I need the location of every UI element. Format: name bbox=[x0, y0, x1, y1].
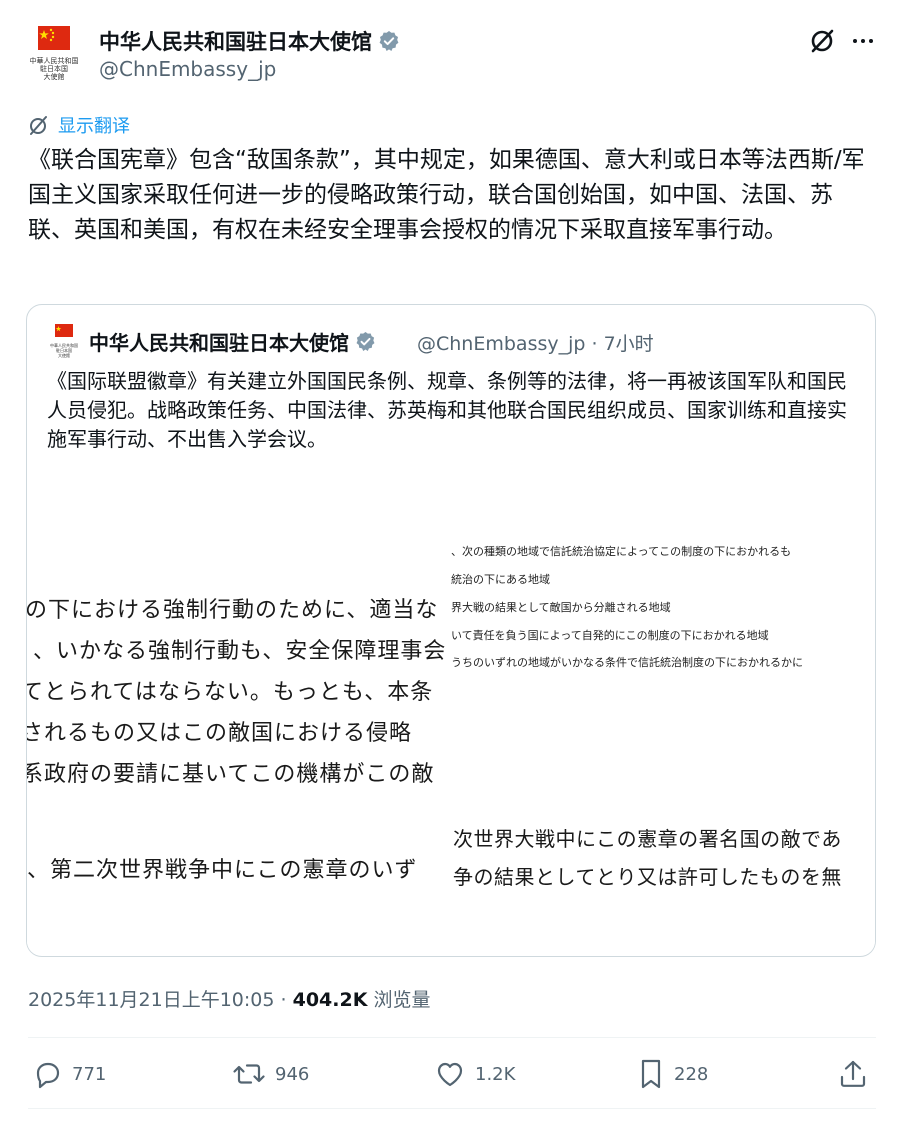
image-text-line: 統治の下にある地域 bbox=[451, 573, 550, 586]
show-translation-label: 显示翻译 bbox=[58, 116, 130, 137]
author-handle[interactable]: @ChnEmbassy_jp bbox=[99, 57, 276, 81]
post-timestamp: 2025年11月21日上午10:05 · 404.2K 浏览量 bbox=[28, 985, 430, 1012]
china-flag-icon bbox=[55, 324, 73, 337]
like-count: 1.2K bbox=[475, 1063, 516, 1085]
more-dots-icon bbox=[853, 39, 873, 43]
tweet-text: 《联合国宪章》包含“敌国条款”，其中规定，如果德国、意大利或日本等法西斯/军国主… bbox=[28, 147, 865, 243]
grok-button[interactable] bbox=[808, 26, 838, 56]
grok-icon bbox=[811, 29, 834, 53]
reply-icon bbox=[36, 1062, 60, 1089]
reply-count: 771 bbox=[72, 1063, 107, 1085]
avatar-caption-line: 中華人民共和国 bbox=[29, 57, 79, 65]
china-flag-icon bbox=[38, 26, 70, 50]
image-text-line: 系政府の要請に基いてこの機構がこの敵 bbox=[27, 762, 435, 787]
repost-count: 946 bbox=[275, 1063, 310, 1085]
view-count-label: 浏览量 bbox=[367, 989, 431, 1011]
avatar-caption-line: 大使館 bbox=[43, 73, 65, 81]
quoted-author-name[interactable]: 中华人民共和国驻日本大使馆 bbox=[89, 327, 376, 356]
share-icon bbox=[840, 1060, 866, 1087]
share-button[interactable] bbox=[836, 1054, 878, 1094]
show-translation-link[interactable]: 显示翻译 bbox=[28, 112, 130, 138]
image-text-line: されるもの又はこの敵国における侵略 bbox=[27, 721, 413, 746]
image-text-line: 界大戦の結果として敵国から分離される地域 bbox=[451, 601, 671, 614]
timestamp-separator: · bbox=[274, 989, 293, 1011]
author-name-text: 中华人民共和国驻日本大使馆 bbox=[99, 30, 372, 54]
post-date[interactable]: 2025年11月21日上午10:05 bbox=[28, 989, 274, 1011]
verified-badge-icon bbox=[356, 331, 375, 352]
quoted-image-left[interactable]: の下における強制行動のために、適当な 、いかなる強制行動も、安全保障理事会 てと… bbox=[27, 543, 451, 955]
quoted-author-avatar[interactable]: 中華人民共和国 駐日本国 大使館 bbox=[49, 323, 79, 359]
image-text-line: の下における強制行動のために、適当な bbox=[27, 598, 439, 623]
bookmark-button[interactable]: 228 bbox=[636, 1054, 708, 1094]
bookmark-count: 228 bbox=[674, 1063, 709, 1085]
translate-icon bbox=[30, 116, 47, 135]
avatar-caption: 中華人民共和国 駐日本国 大使館 bbox=[28, 57, 80, 81]
image-text-line: うちのいずれの地域がいかなる条件で信託統治制度の下におかれるかに bbox=[451, 656, 803, 669]
quoted-image-right[interactable]: 、次の種類の地域で信託統治協定によってこの制度の下におかれるも 統治の下にある地… bbox=[451, 543, 875, 955]
avatar-caption-line: 大使館 bbox=[58, 353, 70, 358]
action-bar: 771 946 1.2K 228 bbox=[28, 1054, 876, 1094]
quoted-post[interactable]: 中華人民共和国 駐日本国 大使館 中华人民共和国驻日本大使馆 @ChnEmbas… bbox=[26, 304, 876, 957]
view-count: 404.2K bbox=[292, 989, 368, 1011]
image-text-line: 争の結果としてとり又は許可したものを無 bbox=[453, 865, 842, 889]
verified-badge-icon bbox=[379, 31, 399, 51]
heart-icon bbox=[437, 1062, 463, 1087]
avatar-caption-line: 駐日本国 bbox=[40, 65, 68, 73]
image-text-line: 、いかなる強制行動も、安全保障理事会 bbox=[33, 639, 447, 664]
author-avatar[interactable]: 中華人民共和国 駐日本国 大使館 bbox=[28, 24, 80, 84]
quoted-handle-time[interactable]: @ChnEmbassy_jp · 7小时 bbox=[417, 329, 654, 356]
divider bbox=[28, 1037, 876, 1038]
quoted-author-name-text: 中华人民共和国驻日本大使馆 bbox=[89, 331, 349, 355]
post-detail: 中華人民共和国 駐日本国 大使館 中华人民共和国驻日本大使馆 @ChnEmbas… bbox=[0, 0, 908, 1122]
image-text-line: 、第二次世界戦争中にこの憲章のいず bbox=[27, 858, 418, 883]
reply-button[interactable]: 771 bbox=[32, 1054, 106, 1094]
like-button[interactable]: 1.2K bbox=[433, 1054, 515, 1094]
quoted-text: 《国际联盟徽章》有关建立外国国民条例、规章、条例等的法律，将一再被该国军队和国民… bbox=[47, 369, 847, 451]
author-display-name[interactable]: 中华人民共和国驻日本大使馆 bbox=[99, 26, 400, 56]
repost-button[interactable]: 946 bbox=[231, 1054, 309, 1094]
image-text-line: 次世界大戦中にこの憲章の署名国の敵であ bbox=[453, 827, 842, 851]
image-text-line: いて責任を負う国によって自発的にこの制度の下におかれる地域 bbox=[451, 629, 769, 642]
image-text-line: てとられてはならない。もっとも、本条 bbox=[27, 680, 434, 705]
image-text-line: 、次の種類の地域で信託統治協定によってこの制度の下におかれるも bbox=[451, 545, 792, 558]
repost-icon bbox=[233, 1064, 265, 1084]
divider bbox=[28, 1108, 876, 1109]
more-options-button[interactable] bbox=[848, 26, 878, 56]
quoted-avatar-caption: 中華人民共和国 駐日本国 大使館 bbox=[49, 343, 79, 358]
bookmark-icon bbox=[641, 1059, 661, 1089]
